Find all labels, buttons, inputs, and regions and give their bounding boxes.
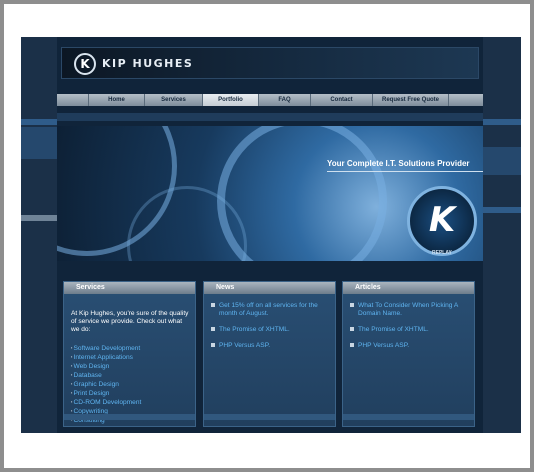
nav-request-free-quote[interactable]: Request Free Quote xyxy=(373,94,449,106)
column-footer xyxy=(343,414,474,420)
logo-icon[interactable]: K xyxy=(74,53,96,75)
article-link[interactable]: What To Consider When Picking A Domain N… xyxy=(358,302,458,317)
replay-button[interactable]: REPLAY xyxy=(432,250,452,256)
side-band xyxy=(483,207,521,213)
news-link[interactable]: The Promise of XHTML. xyxy=(219,326,290,333)
news-item[interactable]: Get 15% off on all services for the mont… xyxy=(211,302,329,318)
website: K KIP HUGHES Home Services Portfolio FAQ… xyxy=(21,37,521,433)
nav-faq[interactable]: FAQ xyxy=(259,94,311,106)
bullet-icon xyxy=(350,327,354,331)
article-item[interactable]: What To Consider When Picking A Domain N… xyxy=(350,302,468,318)
right-side-panel xyxy=(483,37,521,433)
site-header: K KIP HUGHES xyxy=(61,47,479,79)
left-side-panel xyxy=(21,37,57,433)
services-heading: Services xyxy=(64,282,195,294)
articles-column: Articles What To Consider When Picking A… xyxy=(342,281,475,427)
service-link[interactable]: Web Design xyxy=(71,362,189,371)
services-intro: At Kip Hughes, you're sure of the qualit… xyxy=(71,310,189,333)
column-footer xyxy=(204,414,335,420)
side-band xyxy=(21,119,57,125)
article-item[interactable]: The Promise of XHTML. xyxy=(350,326,468,334)
bullet-icon xyxy=(211,303,215,307)
article-link[interactable]: PHP Versus ASP. xyxy=(358,342,409,349)
bullet-icon xyxy=(350,343,354,347)
side-band xyxy=(21,215,57,221)
services-list: Software Development Internet Applicatio… xyxy=(71,344,189,425)
decorative-strip xyxy=(57,113,483,121)
news-link[interactable]: PHP Versus ASP. xyxy=(219,342,270,349)
nav-portfolio[interactable]: Portfolio xyxy=(203,94,259,106)
nav-contact[interactable]: Contact xyxy=(311,94,373,106)
nav-spacer xyxy=(57,94,89,106)
side-band xyxy=(21,127,57,159)
nav-services[interactable]: Services xyxy=(145,94,203,106)
service-link[interactable]: Internet Applications xyxy=(71,353,189,362)
service-link[interactable]: Graphic Design xyxy=(71,380,189,389)
service-link[interactable]: CD-ROM Development xyxy=(71,398,189,407)
services-body: At Kip Hughes, you're sure of the qualit… xyxy=(64,294,195,425)
main-content: K KIP HUGHES Home Services Portfolio FAQ… xyxy=(57,37,483,433)
article-link[interactable]: The Promise of XHTML. xyxy=(358,326,429,333)
side-band xyxy=(483,119,521,125)
services-column: Services At Kip Hughes, you're sure of t… xyxy=(63,281,196,427)
news-link[interactable]: Get 15% off on all services for the mont… xyxy=(219,302,318,317)
news-item[interactable]: The Promise of XHTML. xyxy=(211,326,329,334)
news-item[interactable]: PHP Versus ASP. xyxy=(211,342,329,350)
nav-home[interactable]: Home xyxy=(89,94,145,106)
column-footer xyxy=(64,414,195,420)
news-column: News Get 15% off on all services for the… xyxy=(203,281,336,427)
k-logo-icon: K xyxy=(407,186,477,256)
articles-heading: Articles xyxy=(343,282,474,294)
hero-banner: Your Complete I.T. Solutions Provider K … xyxy=(57,126,483,261)
service-link[interactable]: Database xyxy=(71,371,189,380)
article-item[interactable]: PHP Versus ASP. xyxy=(350,342,468,350)
news-body: Get 15% off on all services for the mont… xyxy=(204,294,335,350)
main-nav: Home Services Portfolio FAQ Contact Requ… xyxy=(57,94,483,106)
banner-divider xyxy=(327,171,483,172)
bullet-icon xyxy=(350,303,354,307)
service-link[interactable]: Software Development xyxy=(71,344,189,353)
content-columns: Services At Kip Hughes, you're sure of t… xyxy=(63,281,477,427)
banner-title: Your Complete I.T. Solutions Provider xyxy=(327,159,470,168)
page-frame: K KIP HUGHES Home Services Portfolio FAQ… xyxy=(4,4,530,468)
logo-text[interactable]: KIP HUGHES xyxy=(102,57,193,70)
news-heading: News xyxy=(204,282,335,294)
articles-body: What To Consider When Picking A Domain N… xyxy=(343,294,474,350)
service-link[interactable]: Print Design xyxy=(71,389,189,398)
bullet-icon xyxy=(211,343,215,347)
bullet-icon xyxy=(211,327,215,331)
side-band xyxy=(483,147,521,175)
